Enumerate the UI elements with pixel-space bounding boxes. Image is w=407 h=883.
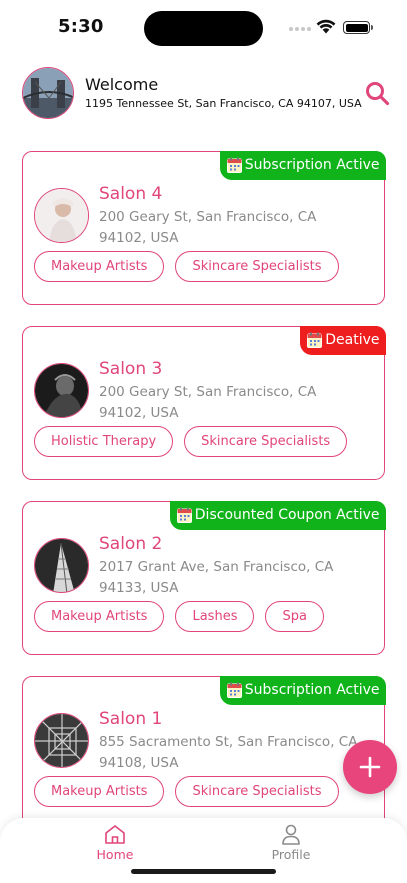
- status-badge: Subscription Active: [219, 675, 386, 705]
- service-tag[interactable]: Spa: [265, 601, 324, 632]
- salon-card[interactable]: Discounted Coupon Active Salon 2 2017 Gr…: [22, 500, 386, 655]
- salon-address: 855 Sacramento St, San Francisco, CA 941…: [99, 734, 358, 771]
- salon-card[interactable]: Subscription Active Salon 4 200 Geary St…: [22, 150, 386, 305]
- salon-logo: [34, 363, 89, 418]
- salon-card[interactable]: Subscription Active Salon 1 855 Sacramen…: [22, 675, 386, 830]
- status-bar: 5:30: [0, 0, 407, 56]
- wifi-icon: [316, 19, 336, 34]
- tab-home-label: Home: [96, 847, 134, 862]
- salon-name: Salon 3: [99, 359, 163, 379]
- service-tags: Holistic Therapy Skincare Specialists: [34, 426, 348, 457]
- badge-label: Subscription Active: [244, 157, 380, 173]
- dynamic-island: [144, 11, 263, 46]
- calendar-icon: [176, 507, 192, 523]
- calendar-icon: [226, 682, 242, 698]
- current-address: 1195 Tennessee St, San Francisco, CA 941…: [85, 97, 362, 110]
- salon-logo: [34, 188, 89, 243]
- tab-profile[interactable]: Profile: [251, 824, 331, 862]
- header: Welcome 1195 Tennessee St, San Francisco…: [22, 66, 392, 122]
- service-tag[interactable]: Lashes: [175, 601, 255, 632]
- status-badge: Subscription Active: [219, 150, 386, 180]
- salon-name: Salon 4: [99, 184, 163, 204]
- status-badge: Deative: [300, 325, 386, 355]
- service-tags: Makeup Artists Skincare Specialists: [34, 776, 339, 807]
- status-time: 5:30: [58, 16, 104, 37]
- home-indicator: [131, 869, 276, 874]
- service-tag[interactable]: Skincare Specialists: [184, 426, 348, 457]
- tab-home[interactable]: Home: [75, 824, 155, 862]
- service-tag[interactable]: Makeup Artists: [34, 601, 165, 632]
- search-icon[interactable]: [364, 80, 390, 106]
- service-tag[interactable]: Makeup Artists: [34, 776, 165, 807]
- salon-name: Salon 2: [99, 534, 163, 554]
- status-badge: Discounted Coupon Active: [169, 500, 386, 530]
- calendar-icon: [226, 157, 242, 173]
- badge-label: Discounted Coupon Active: [194, 507, 380, 523]
- badge-label: Subscription Active: [244, 682, 380, 698]
- signal-icon: [289, 27, 311, 31]
- plus-icon: [359, 756, 381, 778]
- tab-profile-label: Profile: [271, 847, 311, 862]
- salon-address: 200 Geary St, San Francisco, CA 94102, U…: [99, 384, 317, 421]
- badge-label: Deative: [325, 332, 380, 348]
- service-tags: Makeup Artists Skincare Specialists: [34, 251, 339, 282]
- user-icon: [282, 824, 300, 845]
- service-tags: Makeup Artists Lashes Spa: [34, 601, 324, 632]
- salon-card[interactable]: Deative Salon 3 200 Geary St, San Franci…: [22, 325, 386, 480]
- home-icon: [105, 825, 125, 844]
- welcome-text: Welcome: [85, 75, 159, 94]
- add-button[interactable]: [343, 740, 397, 794]
- salon-address: 200 Geary St, San Francisco, CA 94102, U…: [99, 209, 317, 246]
- avatar[interactable]: [22, 67, 74, 119]
- service-tag[interactable]: Skincare Specialists: [175, 251, 339, 282]
- service-tag[interactable]: Skincare Specialists: [175, 776, 339, 807]
- service-tag[interactable]: Makeup Artists: [34, 251, 165, 282]
- battery-icon: [343, 21, 373, 34]
- salon-name: Salon 1: [99, 709, 163, 729]
- service-tag[interactable]: Holistic Therapy: [34, 426, 174, 457]
- salon-logo: [34, 713, 89, 768]
- salon-address: 2017 Grant Ave, San Francisco, CA 94133,…: [99, 559, 334, 596]
- calendar-icon: [307, 332, 323, 348]
- salon-logo: [34, 538, 89, 593]
